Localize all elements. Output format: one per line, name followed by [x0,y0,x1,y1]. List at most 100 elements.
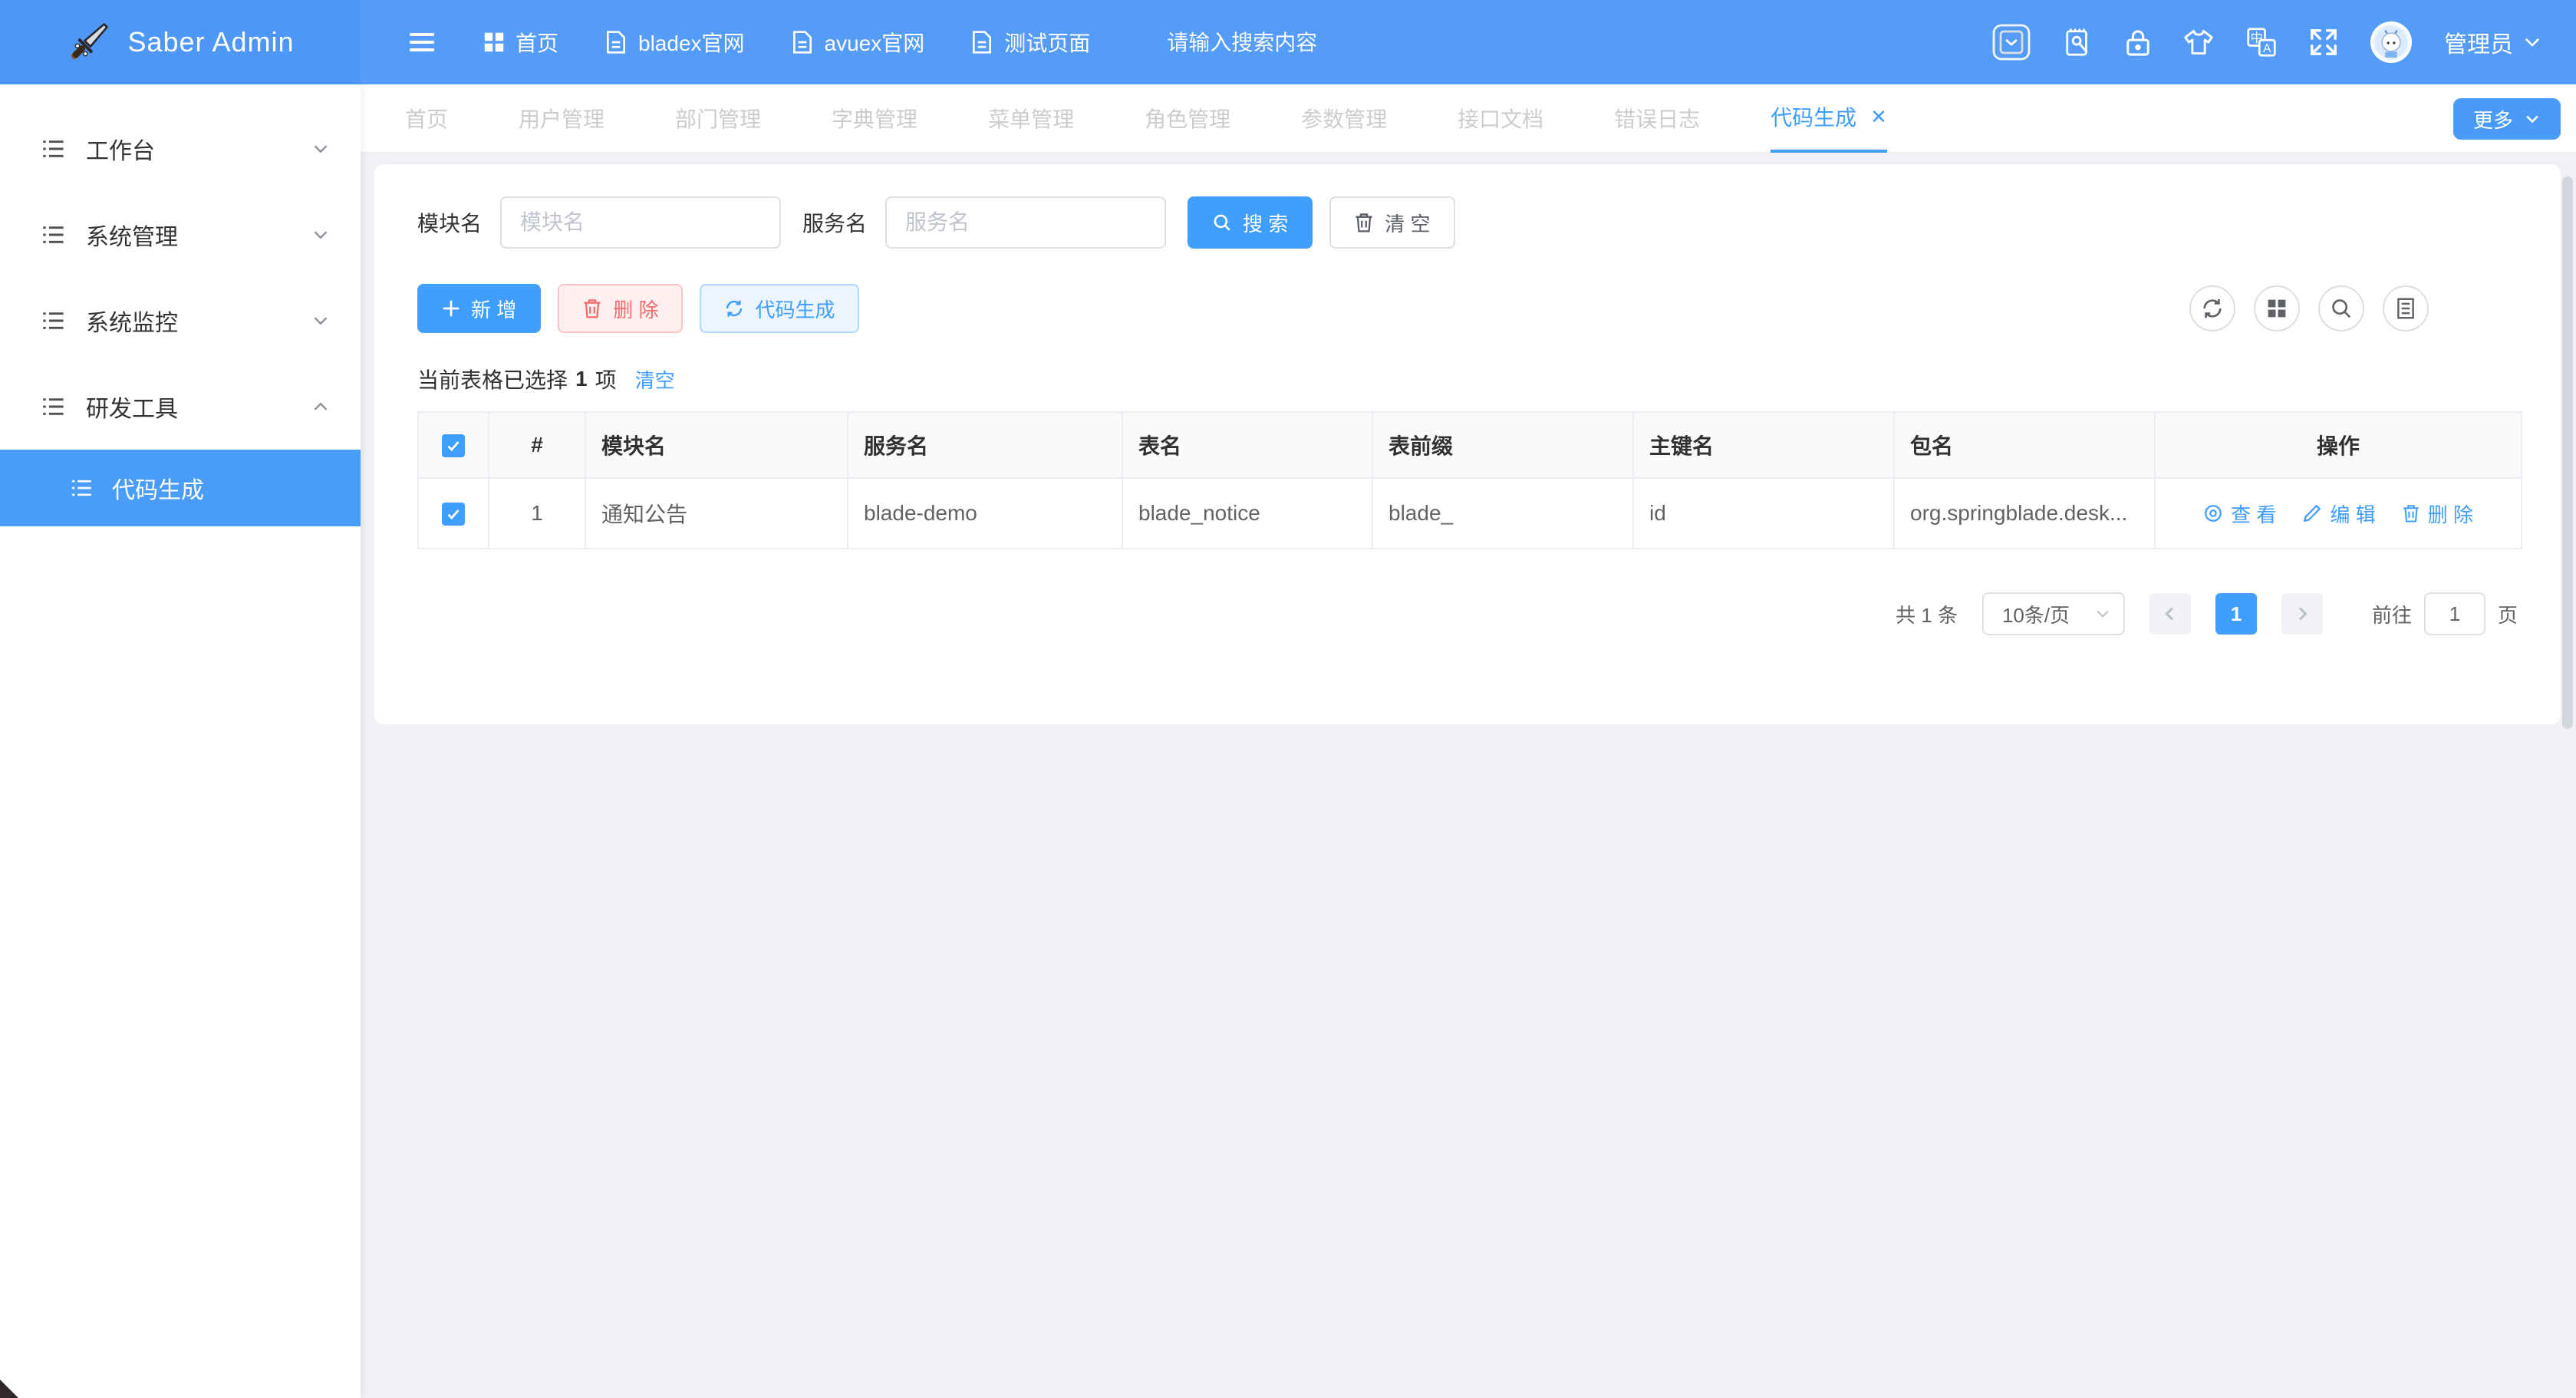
close-tab-icon[interactable]: ✕ [1870,105,1887,129]
cell-package: org.springblade.desk... [1894,478,2155,549]
chevron-down-icon [2524,110,2541,127]
sidebar: 工作台 系统管理 系统监控 研发工具 代码生成 [0,84,361,1398]
cell-pk: id [1633,478,1894,549]
grid-icon [483,31,505,53]
list-menu-icon [40,222,66,248]
top-nav-bladex[interactable]: bladex官网 [604,27,745,58]
chevron-down-icon [311,140,330,158]
select-all-checkbox[interactable] [442,434,465,457]
cell-table: blade_notice [1122,478,1372,549]
logo-area[interactable]: Saber Admin [0,0,361,84]
pagination-total: 共 1 条 [1896,600,1958,628]
user-avatar[interactable] [2370,21,2412,63]
list-menu-icon [40,308,66,334]
top-nav-avuex[interactable]: avuex官网 [791,27,925,58]
page-tab-api-docs[interactable]: 接口文档 [1458,84,1543,153]
code-generate-button[interactable]: 代码生成 [700,284,859,333]
filter-row: 模块名 服务名 搜 索 清 空 [417,196,2524,249]
search-icon [1212,213,1232,232]
chevron-down-icon [2522,32,2542,52]
list-menu-icon [40,136,66,162]
next-page-button[interactable] [2281,593,2323,635]
panel-toggle-icon[interactable] [1991,23,2031,61]
corner-artifact [0,1380,18,1398]
toolbar-row: 新 增 删 除 代码生成 [417,284,2524,333]
data-table: # 模块名 服务名 表名 表前缀 主键名 包名 操作 [417,411,2522,549]
selection-count: 1 [575,367,588,391]
crud-card: 模块名 服务名 搜 索 清 空 [374,164,2561,724]
debug-log-icon[interactable] [2064,27,2093,58]
page-size-select[interactable]: 10条/页 [1982,592,2125,635]
edit-link[interactable]: 编 辑 [2302,500,2375,528]
report-doc-icon-button[interactable] [2383,285,2429,331]
page-number-1[interactable]: 1 [2215,593,2257,635]
page-tab-home[interactable]: 首页 [405,84,448,153]
view-link[interactable]: 查 看 [2203,500,2276,528]
page-tab-roles[interactable]: 角色管理 [1145,84,1230,153]
theme-shirt-icon[interactable] [2183,28,2214,57]
refresh-icon-button[interactable] [2189,285,2235,331]
add-button[interactable]: 新 增 [417,284,541,333]
plus-icon [442,299,460,318]
page-tab-users[interactable]: 用户管理 [519,84,604,153]
page-tab-code-generation[interactable]: 代码生成 ✕ [1771,84,1887,153]
chevron-left-icon [2161,605,2179,623]
sidebar-item-system-management[interactable]: 系统管理 [0,192,361,278]
main-column: 首页 用户管理 部门管理 字典管理 菜单管理 角色管理 参数管理 接口文档 错误… [361,84,2576,1398]
saber-admin-app: Saber Admin 首页 bladex官网 a [0,0,2576,1398]
col-actions: 操作 [2155,412,2522,478]
goto-page: 前往 页 [2372,592,2518,635]
col-package: 包名 [1894,412,2155,478]
list-menu-icon [69,476,94,500]
collapse-menu-icon[interactable] [407,27,437,58]
clear-selection-link[interactable]: 清空 [635,365,675,394]
top-nav-home[interactable]: 首页 [483,27,558,58]
page-tab-error-logs[interactable]: 错误日志 [1614,84,1700,153]
prev-page-button[interactable] [2149,593,2191,635]
delete-link[interactable]: 删 除 [2402,500,2473,528]
top-header-bar: Saber Admin 首页 bladex官网 a [0,0,2576,84]
goto-page-input[interactable] [2424,592,2485,635]
lock-icon[interactable] [2125,28,2151,57]
sidebar-item-dev-tools[interactable]: 研发工具 [0,364,361,450]
chevron-right-icon [2293,605,2311,623]
columns-grid-icon-button[interactable] [2254,285,2300,331]
page-tab-menus[interactable]: 菜单管理 [988,84,1074,153]
page-tab-departments[interactable]: 部门管理 [675,84,761,153]
delete-button[interactable]: 删 除 [558,284,683,333]
module-name-label: 模块名 [417,207,482,238]
page-tabs-bar: 首页 用户管理 部门管理 字典管理 菜单管理 角色管理 参数管理 接口文档 错误… [361,84,2576,153]
main-layout: 工作台 系统管理 系统监控 研发工具 代码生成 [0,84,2576,1398]
page-tab-params[interactable]: 参数管理 [1301,84,1387,153]
search-button[interactable]: 搜 索 [1188,196,1313,249]
user-menu[interactable]: 管理员 [2444,25,2542,59]
list-menu-icon [40,394,66,420]
col-index: # [489,412,585,478]
row-checkbox[interactable] [442,503,465,526]
trash-icon [582,298,602,319]
cell-module: 通知公告 [585,478,848,549]
sidebar-item-code-generation-active[interactable]: 代码生成 [0,450,361,526]
sidebar-item-workbench[interactable]: 工作台 [0,106,361,192]
service-name-input[interactable] [885,196,1166,249]
more-tabs-button[interactable]: 更多 [2453,98,2561,140]
top-nav-testpage[interactable]: 测试页面 [970,27,1090,58]
header-search [1164,28,1394,57]
chevron-down-icon [311,226,330,244]
vertical-scrollbar-thumb[interactable] [2562,176,2573,729]
pencil-icon [2302,503,2322,523]
translate-icon[interactable]: 中A [2246,27,2277,58]
row-actions: 查 看 编 辑 删 除 [2171,500,2505,528]
sidebar-item-system-monitor[interactable]: 系统监控 [0,278,361,364]
search-toggle-icon-button[interactable] [2318,285,2364,331]
page-tab-dictionary[interactable]: 字典管理 [832,84,917,153]
svg-text:A: A [2263,42,2271,55]
selection-info: 当前表格已选择 1 项 清空 [417,364,2524,394]
table-row[interactable]: 1 通知公告 blade-demo blade_notice blade_ id… [418,478,2522,549]
check-icon [446,438,461,453]
eye-icon [2203,503,2223,523]
header-search-input[interactable] [1164,29,1394,57]
fullscreen-icon[interactable] [2309,28,2338,57]
clear-button[interactable]: 清 空 [1329,196,1454,249]
module-name-input[interactable] [500,196,781,249]
